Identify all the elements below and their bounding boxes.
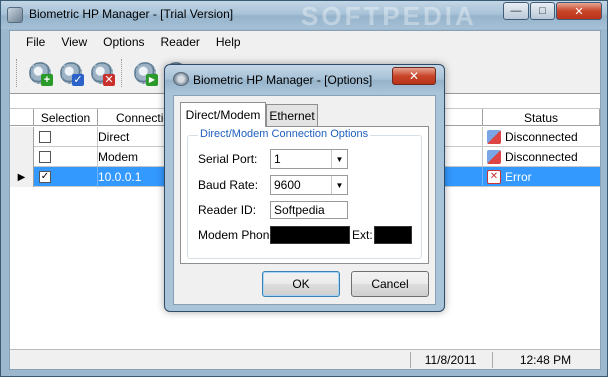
header-status[interactable]: Status (483, 109, 600, 126)
row-checkbox[interactable] (39, 131, 51, 143)
menu-reader[interactable]: Reader (153, 32, 208, 52)
window-title: Biometric HP Manager - [Trial Version] (29, 7, 234, 21)
title-bar[interactable]: Biometric HP Manager - [Trial Version] S… (1, 1, 607, 31)
status-time: 12:48 PM (492, 352, 598, 368)
status-cell: ✕ Error (483, 167, 600, 187)
reader-id-field[interactable]: Softpedia (270, 201, 348, 219)
ext-field[interactable] (374, 226, 412, 244)
serial-port-label: Serial Port: (198, 152, 258, 166)
status-text: Disconnected (505, 130, 578, 144)
reader-id-label: Reader ID: (198, 203, 257, 217)
toolbar-grip[interactable] (16, 59, 20, 87)
baud-rate-label: Baud Rate: (198, 178, 259, 192)
tab-panel: Direct/Modem Connection Options Serial P… (180, 126, 429, 264)
watermark: SOFTPEDIA (301, 1, 477, 31)
dialog-close-button[interactable]: ✕ (392, 67, 436, 85)
row-checkbox[interactable]: ✓ (39, 171, 51, 183)
chevron-down-icon[interactable]: ▼ (331, 150, 347, 168)
status-text: Error (505, 170, 532, 184)
check-reader-button[interactable]: ✓ (57, 59, 85, 87)
ok-button[interactable]: OK (262, 271, 340, 297)
disconnected-icon (487, 130, 501, 144)
group-title: Direct/Modem Connection Options (198, 128, 371, 140)
selection-cell (34, 147, 98, 167)
connect-button[interactable]: ▶ (131, 59, 159, 87)
selection-cell: ✓ (34, 167, 98, 187)
menu-view[interactable]: View (53, 32, 95, 52)
modem-phone-label: Modem Phone: (198, 228, 280, 242)
error-icon: ✕ (487, 170, 501, 184)
disconnected-icon (487, 150, 501, 164)
row-indicator (10, 127, 34, 147)
status-date: 11/8/2011 (410, 352, 490, 368)
toolbar-separator (121, 59, 125, 87)
menu-options[interactable]: Options (95, 32, 152, 52)
serial-port-select[interactable]: 1 ▼ (270, 149, 348, 169)
maximize-button[interactable]: □ (530, 2, 555, 20)
status-cell: Disconnected (483, 127, 600, 147)
row-checkbox[interactable] (39, 151, 51, 163)
tab-ethernet[interactable]: Ethernet (266, 104, 318, 126)
selection-cell (34, 127, 98, 147)
menu-file[interactable]: File (18, 32, 53, 52)
cancel-button[interactable]: Cancel (351, 271, 429, 297)
ext-label: Ext: (352, 228, 373, 242)
play-icon: ▶ (146, 74, 158, 86)
remove-reader-button[interactable]: ✕ (88, 59, 116, 87)
status-text: Disconnected (505, 150, 578, 164)
dialog-app-icon (173, 72, 189, 86)
header-selection[interactable]: Selection (34, 109, 98, 126)
checkmark-icon: ✓ (72, 74, 84, 86)
baud-rate-select[interactable]: 9600 ▼ (270, 175, 348, 195)
options-dialog: Biometric HP Manager - [Options] ✕ Direc… (164, 64, 445, 312)
dialog-title: Biometric HP Manager - [Options] (193, 73, 373, 87)
status-bar: 11/8/2011 12:48 PM (10, 349, 600, 369)
minimize-button[interactable]: — (503, 2, 529, 20)
close-button[interactable]: ✕ (556, 2, 602, 20)
chevron-down-icon[interactable]: ▼ (331, 176, 347, 194)
row-indicator (10, 147, 34, 167)
dialog-body: Direct/Modem Ethernet Direct/Modem Conne… (173, 95, 436, 305)
row-indicator: ▶ (10, 167, 34, 187)
status-cell: Disconnected (483, 147, 600, 167)
baud-rate-value: 9600 (274, 178, 301, 192)
plus-icon: + (41, 74, 53, 86)
tab-direct-modem[interactable]: Direct/Modem (180, 102, 266, 127)
dialog-title-bar[interactable]: Biometric HP Manager - [Options] ✕ (165, 65, 444, 93)
current-row-arrow-icon: ▶ (17, 171, 26, 183)
modem-phone-field[interactable] (270, 226, 350, 244)
menu-bar: File View Options Reader Help (10, 31, 600, 53)
menu-help[interactable]: Help (208, 32, 249, 52)
add-reader-button[interactable]: + (26, 59, 54, 87)
x-icon: ✕ (103, 74, 115, 86)
serial-port-value: 1 (274, 152, 281, 166)
header-indicator (10, 109, 34, 126)
app-icon (7, 7, 23, 23)
connection-options-group: Direct/Modem Connection Options Serial P… (187, 128, 422, 259)
